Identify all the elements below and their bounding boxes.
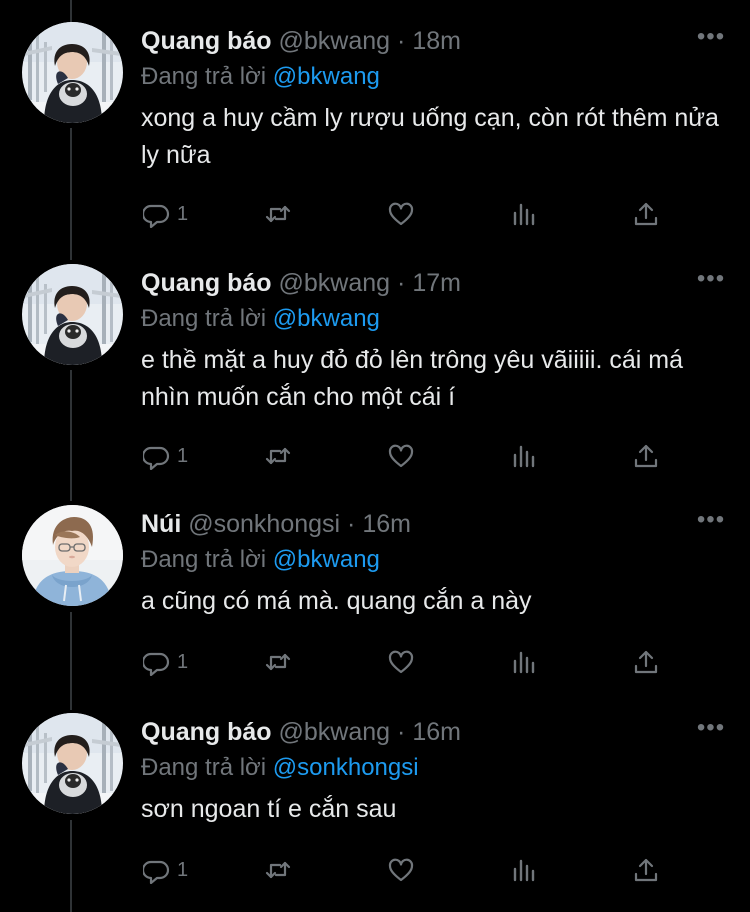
replying-to-label: Đang trả lời	[141, 546, 267, 573]
retweet-icon	[265, 205, 291, 223]
timestamp[interactable]: 16m	[412, 718, 461, 746]
share-icon	[634, 858, 658, 882]
separator-dot: ·	[347, 510, 356, 538]
retweet-button[interactable]	[264, 440, 292, 472]
views-icon	[513, 859, 535, 882]
share-button[interactable]	[632, 440, 660, 472]
share-icon	[634, 650, 658, 674]
more-options-icon[interactable]: •••	[694, 264, 728, 302]
reply-button[interactable]: 1	[143, 854, 188, 886]
replying-to-handle[interactable]: @bkwang	[273, 63, 380, 90]
separator-dot: ·	[397, 27, 406, 55]
timestamp[interactable]: 16m	[362, 510, 411, 538]
more-options-icon[interactable]: •••	[694, 22, 728, 60]
replying-to-handle[interactable]: @sonkhongsi	[273, 754, 419, 781]
like-button[interactable]	[387, 198, 415, 230]
tweet-text: sơn ngoan tí e cắn sau	[141, 795, 397, 823]
tweet-text: a cũng có má mà. quang cắn a này	[141, 587, 532, 615]
retweet-button[interactable]	[264, 646, 292, 678]
share-icon	[634, 202, 658, 226]
tweet[interactable]: Núi @sonkhongsi · 16m ••• Đang trả lời @…	[0, 505, 750, 695]
views-icon	[513, 445, 535, 468]
author-name[interactable]: Quang báo	[141, 269, 272, 297]
avatar[interactable]	[22, 505, 123, 606]
retweet-icon	[265, 653, 291, 671]
like-button[interactable]	[387, 854, 415, 886]
views-button[interactable]	[510, 440, 538, 472]
action-bar: 1	[141, 440, 661, 472]
replying-to-label: Đang trả lời	[141, 305, 267, 332]
action-bar: 1	[141, 198, 661, 230]
replying-to: Đang trả lời @sonkhongsi	[141, 751, 728, 785]
like-icon	[388, 650, 414, 674]
timestamp[interactable]: 18m	[412, 27, 461, 55]
reply-button[interactable]: 1	[143, 646, 188, 678]
avatar[interactable]	[22, 713, 123, 814]
share-button[interactable]	[632, 646, 660, 678]
tweet-text: xong a huy cầm ly rượu uống cạn, còn rót…	[141, 104, 719, 169]
separator-dot: ·	[397, 269, 406, 297]
like-icon	[388, 444, 414, 468]
author-name[interactable]: Núi	[141, 510, 181, 538]
reply-button[interactable]: 1	[143, 440, 188, 472]
like-icon	[388, 202, 414, 226]
retweet-button[interactable]	[264, 198, 292, 230]
tweet[interactable]: Quang báo @bkwang · 17m ••• Đang trả lời…	[0, 264, 750, 484]
retweet-icon	[265, 861, 291, 879]
reply-icon	[143, 652, 170, 676]
views-icon	[513, 651, 535, 674]
like-button[interactable]	[387, 440, 415, 472]
retweet-button[interactable]	[264, 854, 292, 886]
replying-to-handle[interactable]: @bkwang	[273, 546, 380, 573]
tweet[interactable]: Quang báo @bkwang · 16m ••• Đang trả lời…	[0, 713, 750, 903]
reply-icon	[143, 204, 170, 228]
reply-button[interactable]: 1	[143, 198, 188, 230]
share-icon	[634, 444, 658, 468]
replying-to: Đang trả lời @bkwang	[141, 60, 728, 94]
views-button[interactable]	[510, 198, 538, 230]
reply-count: 1	[177, 444, 189, 467]
action-bar: 1	[141, 854, 661, 886]
reply-icon	[143, 860, 170, 884]
tweet-text: e thề mặt a huy đỏ đỏ lên trông yêu vãii…	[141, 346, 683, 411]
replying-to-label: Đang trả lời	[141, 63, 267, 90]
author-handle[interactable]: @bkwang	[279, 269, 391, 297]
avatar[interactable]	[22, 22, 123, 123]
reply-count: 1	[177, 858, 189, 881]
timestamp[interactable]: 17m	[412, 269, 461, 297]
views-button[interactable]	[510, 646, 538, 678]
reply-count: 1	[177, 650, 189, 673]
replying-to-handle[interactable]: @bkwang	[273, 305, 380, 332]
reply-icon	[143, 446, 170, 470]
replying-to-label: Đang trả lời	[141, 754, 267, 781]
more-options-icon[interactable]: •••	[694, 713, 728, 751]
views-button[interactable]	[510, 854, 538, 886]
author-handle[interactable]: @bkwang	[279, 718, 391, 746]
author-handle[interactable]: @sonkhongsi	[188, 510, 340, 538]
retweet-icon	[265, 447, 291, 465]
author-handle[interactable]: @bkwang	[279, 27, 391, 55]
views-icon	[513, 203, 535, 226]
like-button[interactable]	[387, 646, 415, 678]
tweet[interactable]: Quang báo @bkwang · 18m ••• Đang trả lời…	[0, 22, 750, 242]
avatar[interactable]	[22, 264, 123, 365]
more-options-icon[interactable]: •••	[694, 505, 728, 543]
author-name[interactable]: Quang báo	[141, 718, 272, 746]
replying-to: Đang trả lời @bkwang	[141, 543, 728, 577]
separator-dot: ·	[397, 718, 406, 746]
thread-line	[70, 0, 72, 22]
like-icon	[388, 858, 414, 882]
replying-to: Đang trả lời @bkwang	[141, 302, 728, 336]
action-bar: 1	[141, 646, 661, 678]
share-button[interactable]	[632, 198, 660, 230]
reply-count: 1	[177, 202, 189, 225]
share-button[interactable]	[632, 854, 660, 886]
author-name[interactable]: Quang báo	[141, 27, 272, 55]
